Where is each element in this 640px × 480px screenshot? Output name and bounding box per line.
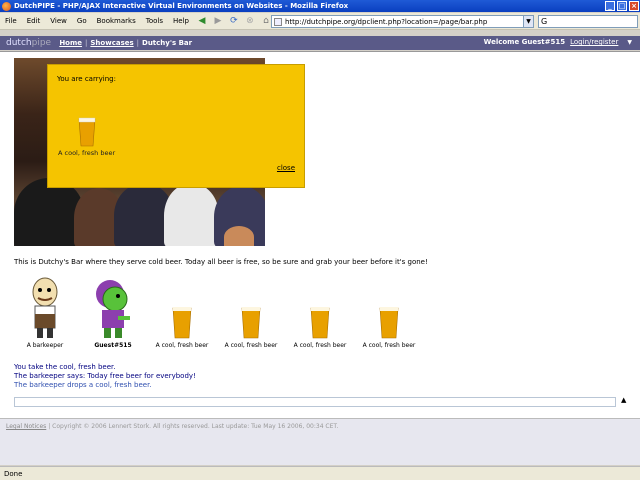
beer-item[interactable]: A cool, fresh beer [152,276,212,349]
beer-label: A cool, fresh beer [362,342,416,349]
beer-glass-icon [379,307,399,339]
window-titlebar: DutchPIPE - PHP/AJAX Interactive Virtual… [0,0,640,12]
beer-label: A cool, fresh beer [293,342,347,349]
barkeeper-character[interactable]: A barkeeper [18,276,72,349]
menu-edit[interactable]: Edit [22,17,46,25]
room-description: This is Dutchy's Bar where they serve co… [14,258,428,266]
page-content: You are carrying: A cool, fresh beer clo… [0,51,640,418]
site-logo-suffix[interactable]: pipe [32,38,51,48]
scroll-up-icon[interactable]: ▲ [621,396,626,404]
barkeeper-label: A barkeeper [26,342,64,349]
collapse-icon[interactable]: ▼ [627,39,632,46]
login-link[interactable]: Login/register [570,38,618,46]
beer-glass-icon [241,307,261,339]
breadcrumb-current: Dutchy's Bar [142,39,193,47]
chevron-down-icon[interactable]: ▼ [523,16,533,27]
firefox-icon [2,1,11,11]
guest-avatar[interactable]: Guest#515 [88,276,138,349]
forward-icon[interactable]: ▶ [211,15,225,27]
search-icon: G [541,17,548,26]
menu-go[interactable]: Go [72,17,92,25]
menu-view[interactable]: View [45,17,72,25]
menu-bar: File Edit View Go Bookmarks Tools Help ◀… [0,13,640,30]
command-input[interactable] [14,397,616,407]
menu-help[interactable]: Help [168,17,194,25]
barkeeper-icon [32,277,58,338]
reload-icon[interactable]: ⟳ [227,15,241,27]
search-input[interactable]: G [538,15,638,28]
window-title: DutchPIPE - PHP/AJAX Interactive Virtual… [14,2,349,10]
page-icon [274,17,282,26]
carrying-title: You are carrying: [57,75,116,83]
copyright-text: | Copyright © 2006 Lennert Stork. All ri… [48,423,339,430]
menu-file[interactable]: File [0,17,22,25]
site-nav: dutch pipe Home | Showcases | Dutchy's Ba… [0,36,640,50]
log-line: You take the cool, fresh beer. [14,363,116,371]
minimize-icon[interactable]: _ [605,1,615,11]
address-url: http://dutchpipe.org/dpclient.php?locati… [285,17,488,26]
guest-avatar-icon [96,280,130,338]
beer-item[interactable]: A cool, fresh beer [359,276,419,349]
welcome-text: Welcome Guest#515 [483,38,566,46]
beer-item[interactable]: A cool, fresh beer [290,276,350,349]
carrying-panel: You are carrying: A cool, fresh beer clo… [47,64,305,188]
breadcrumb-showcases[interactable]: Showcases [90,39,133,47]
menu-tools[interactable]: Tools [141,17,168,25]
breadcrumb-home[interactable]: Home [59,39,82,47]
beer-glass-icon[interactable] [78,117,96,147]
maximize-icon[interactable]: □ [617,1,627,11]
beer-label: A cool, fresh beer [224,342,278,349]
guest-label: Guest#515 [94,342,132,349]
log-line: The barkeeper drops a cool, fresh beer. [14,381,152,389]
menu-bookmarks[interactable]: Bookmarks [92,17,141,25]
beer-glass-icon [172,307,192,339]
address-bar[interactable]: http://dutchpipe.org/dpclient.php?locati… [271,15,534,28]
status-text: Done [4,469,23,478]
beer-label: A cool, fresh beer [155,342,209,349]
beer-glass-icon [310,307,330,339]
page-footer: Legal Notices | Copyright © 2006 Lennert… [0,418,640,465]
site-logo[interactable]: dutch [6,38,32,48]
beer-item[interactable]: A cool, fresh beer [221,276,281,349]
carried-item-label: A cool, fresh beer [58,149,116,157]
back-icon[interactable]: ◀ [195,15,209,27]
close-link[interactable]: close [277,164,295,172]
stop-icon[interactable]: ⊗ [243,15,257,27]
legal-notices-link[interactable]: Legal Notices [6,423,46,430]
message-log: You take the cool, fresh beer. The barke… [14,363,196,390]
log-line: The barkeeper says: Today free beer for … [14,372,196,380]
status-bar: Done [0,466,640,480]
close-window-icon[interactable]: × [629,1,639,11]
